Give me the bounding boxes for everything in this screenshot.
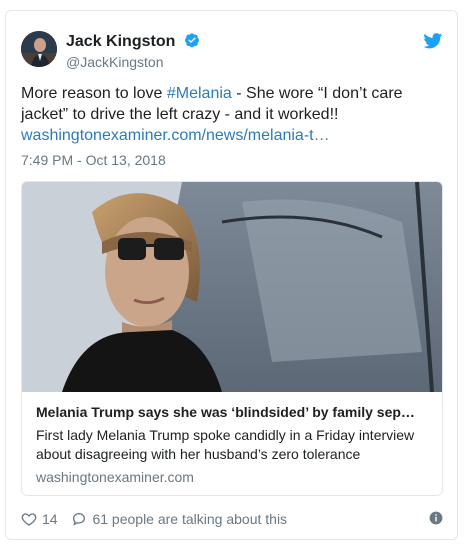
tweet-text: More reason to love #Melania - She wore … — [21, 83, 441, 146]
tweet-timestamp[interactable]: 7:49 PM - Oct 13, 2018 — [21, 152, 166, 168]
conversation-link[interactable]: 61 people are talking about this — [71, 509, 287, 529]
card-domain: washingtonexaminer.com — [36, 469, 194, 485]
reply-bubble-icon — [73, 512, 86, 526]
conversation-count: 61 people are talking about this — [92, 511, 288, 527]
tweet-footer: 14 61 people are talking about this — [21, 509, 297, 529]
link-card[interactable]: Melania Trump says she was ‘blindsided’ … — [21, 181, 443, 496]
hashtag-link[interactable]: #Melania — [167, 85, 232, 102]
card-title[interactable]: Melania Trump says she was ‘blindsided’ … — [36, 403, 431, 421]
card-body: Melania Trump says she was ‘blindsided’ … — [36, 403, 431, 485]
twitter-bird-icon[interactable] — [423, 33, 443, 49]
like-count: 14 — [42, 511, 58, 527]
verified-badge-icon — [184, 32, 200, 48]
card-description: First lady Melania Trump spoke candidly … — [36, 427, 415, 462]
avatar[interactable] — [21, 31, 57, 67]
author-block: Jack Kingston @JackKingston — [66, 32, 200, 71]
like-action[interactable]: 14 — [21, 509, 58, 529]
info-icon[interactable] — [429, 511, 443, 525]
author-name[interactable]: Jack Kingston — [66, 33, 175, 50]
tweet-text-prefix: More reason to love — [21, 85, 167, 102]
heart-icon — [21, 513, 37, 526]
author-handle[interactable]: @JackKingston — [66, 53, 200, 71]
article-link[interactable]: washingtonexaminer.com/news/melania-t… — [21, 127, 330, 144]
tweet-embed: Jack Kingston @JackKingston More reason … — [5, 10, 458, 540]
card-image — [22, 182, 442, 392]
